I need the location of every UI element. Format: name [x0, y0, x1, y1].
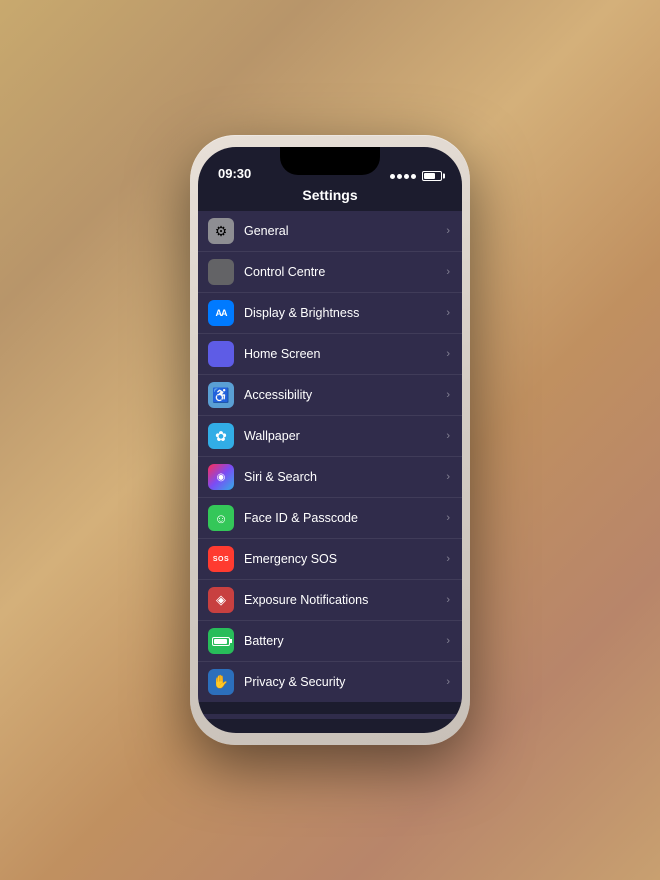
battery-settings-icon — [208, 628, 234, 654]
battery-chevron: › — [446, 635, 450, 647]
settings-row-emergency[interactable]: SOS Emergency SOS › — [198, 539, 462, 580]
siri-label: Siri & Search — [244, 470, 446, 484]
settings-row-home-screen[interactable]: Home Screen › — [198, 334, 462, 375]
siri-chevron: › — [446, 471, 450, 483]
exposure-icon: ◈ — [208, 587, 234, 613]
settings-row-wallpaper[interactable]: ✿ Wallpaper › — [198, 416, 462, 457]
settings-row-siri[interactable]: ◉ Siri & Search › — [198, 457, 462, 498]
privacy-icon: ✋ — [208, 669, 234, 695]
face-id-chevron: › — [446, 512, 450, 524]
face-id-label: Face ID & Passcode — [244, 511, 446, 525]
home-screen-icon — [208, 341, 234, 367]
exposure-label: Exposure Notifications — [244, 593, 446, 607]
settings-row-display[interactable]: AA Display & Brightness › — [198, 293, 462, 334]
general-chevron: › — [446, 225, 450, 237]
general-icon: ⚙ — [208, 218, 234, 244]
home-screen-chevron: › — [446, 348, 450, 360]
general-label: General — [244, 224, 446, 238]
signal-icon — [390, 174, 416, 179]
settings-row-appstore[interactable]: App Store › — [198, 714, 462, 719]
settings-group-main: ⚙ General › Control Centre › AA — [198, 211, 462, 702]
exposure-chevron: › — [446, 594, 450, 606]
settings-group-store: App Store › Wallet & Apple Pay › — [198, 714, 462, 719]
accessibility-icon: ♿ — [208, 382, 234, 408]
status-icons — [390, 171, 442, 181]
privacy-label: Privacy & Security — [244, 675, 446, 689]
home-screen-label: Home Screen — [244, 347, 446, 361]
settings-row-privacy[interactable]: ✋ Privacy & Security › — [198, 662, 462, 702]
display-icon: AA — [208, 300, 234, 326]
control-centre-label: Control Centre — [244, 265, 446, 279]
battery-icon — [422, 171, 442, 181]
settings-list[interactable]: ⚙ General › Control Centre › AA — [198, 211, 462, 719]
face-id-icon: ☺ — [208, 505, 234, 531]
settings-row-general[interactable]: ⚙ General › — [198, 211, 462, 252]
settings-row-accessibility[interactable]: ♿ Accessibility › — [198, 375, 462, 416]
phone-device: 09:30 Settings ⚙ General — [190, 135, 470, 745]
battery-label: Battery — [244, 634, 446, 648]
display-chevron: › — [446, 307, 450, 319]
siri-icon: ◉ — [208, 464, 234, 490]
accessibility-label: Accessibility — [244, 388, 446, 402]
privacy-chevron: › — [446, 676, 450, 688]
accessibility-chevron: › — [446, 389, 450, 401]
phone-notch — [280, 147, 380, 175]
settings-row-face-id[interactable]: ☺ Face ID & Passcode › — [198, 498, 462, 539]
settings-row-control-centre[interactable]: Control Centre › — [198, 252, 462, 293]
wallpaper-label: Wallpaper — [244, 429, 446, 443]
emergency-chevron: › — [446, 553, 450, 565]
wallpaper-chevron: › — [446, 430, 450, 442]
wallpaper-icon: ✿ — [208, 423, 234, 449]
control-centre-chevron: › — [446, 266, 450, 278]
phone-screen: 09:30 Settings ⚙ General — [198, 147, 462, 733]
group-divider-1 — [198, 702, 462, 714]
display-label: Display & Brightness — [244, 306, 446, 320]
settings-row-battery[interactable]: Battery › — [198, 621, 462, 662]
emergency-label: Emergency SOS — [244, 552, 446, 566]
control-centre-icon — [208, 259, 234, 285]
emergency-icon: SOS — [208, 546, 234, 572]
settings-row-exposure[interactable]: ◈ Exposure Notifications › — [198, 580, 462, 621]
page-title: Settings — [198, 187, 462, 211]
status-time: 09:30 — [218, 166, 251, 181]
